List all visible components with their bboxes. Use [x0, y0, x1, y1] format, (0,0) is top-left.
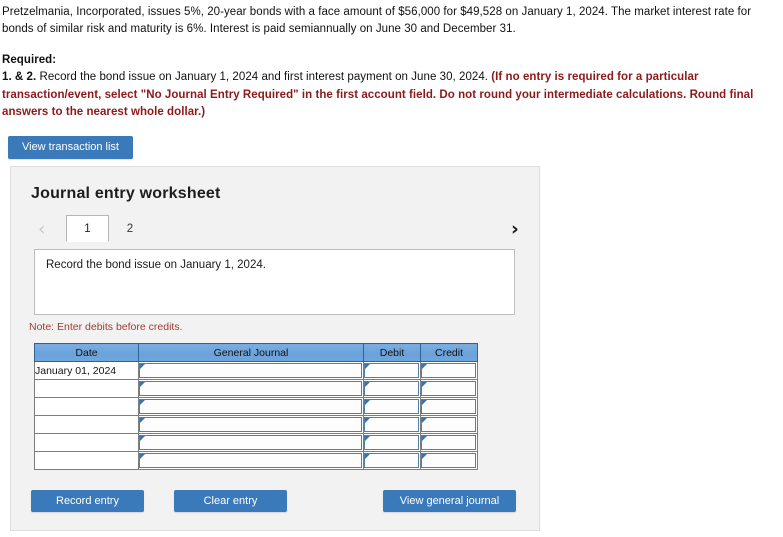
debit-field[interactable] [364, 453, 419, 468]
cell-credit[interactable] [420, 397, 478, 416]
required-label: Required: [2, 52, 777, 69]
cell-debit[interactable] [363, 433, 421, 452]
cell-date[interactable] [34, 379, 139, 398]
chevron-right-icon[interactable]: › [511, 215, 519, 243]
account-field[interactable] [139, 417, 362, 432]
cell-general-journal[interactable] [138, 361, 364, 380]
account-field[interactable] [139, 435, 362, 450]
problem-paragraph: Pretzelmania, Incorporated, issues 5%, 2… [2, 6, 752, 36]
cell-credit[interactable] [420, 361, 478, 380]
account-field[interactable] [139, 399, 362, 414]
problem-statement: Pretzelmania, Incorporated, issues 5%, 2… [0, 0, 783, 122]
cell-date[interactable]: January 01, 2024 [34, 361, 139, 380]
account-field[interactable] [139, 381, 362, 396]
toolbar: View transaction list [0, 122, 783, 159]
cell-date[interactable] [34, 397, 139, 416]
cell-debit[interactable] [363, 451, 421, 470]
cell-date[interactable] [34, 415, 139, 434]
requirement-number: 1. & 2. [2, 71, 37, 84]
credit-field[interactable] [421, 381, 476, 396]
view-transaction-list-button[interactable]: View transaction list [8, 135, 133, 159]
table-row: January 01, 2024 [34, 361, 478, 380]
cell-debit[interactable] [363, 361, 421, 380]
cell-general-journal[interactable] [138, 451, 364, 470]
table-row [34, 451, 478, 470]
journal-entry-table: Date General Journal Debit Credit Januar… [34, 343, 478, 470]
debit-field[interactable] [364, 417, 419, 432]
table-row [34, 397, 478, 416]
cell-date[interactable] [34, 433, 139, 452]
cell-date[interactable] [34, 451, 139, 470]
cell-debit[interactable] [363, 379, 421, 398]
cell-credit[interactable] [420, 415, 478, 434]
requirement-text: Record the bond issue on January 1, 2024… [36, 71, 492, 84]
cell-general-journal[interactable] [138, 397, 364, 416]
cell-general-journal[interactable] [138, 379, 364, 398]
debit-field[interactable] [364, 381, 419, 396]
table-header-row: Date General Journal Debit Credit [34, 343, 478, 362]
cell-debit[interactable] [363, 415, 421, 434]
tab-entry-2[interactable]: 2 [115, 215, 145, 242]
column-header-credit: Credit [420, 343, 478, 362]
table-row [34, 415, 478, 434]
table-row [34, 379, 478, 398]
record-entry-button[interactable]: Record entry [31, 490, 144, 512]
credit-field[interactable] [421, 435, 476, 450]
cell-debit[interactable] [363, 397, 421, 416]
debits-before-credits-note: Note: Enter debits before credits. [29, 321, 183, 333]
tab-entry-1[interactable]: 1 [66, 215, 109, 242]
debit-field[interactable] [364, 363, 419, 378]
debit-field[interactable] [364, 399, 419, 414]
column-header-date: Date [34, 343, 139, 362]
table-row [34, 433, 478, 452]
clear-entry-button[interactable]: Clear entry [174, 490, 287, 512]
worksheet-tabstrip: ‹ 1 2 › [11, 215, 539, 245]
cell-credit[interactable] [420, 379, 478, 398]
account-field[interactable] [139, 363, 362, 378]
account-field[interactable] [139, 453, 362, 468]
view-general-journal-button[interactable]: View general journal [383, 490, 516, 512]
entry-description-box: Record the bond issue on January 1, 2024… [34, 249, 515, 315]
cell-credit[interactable] [420, 433, 478, 452]
column-header-debit: Debit [363, 343, 421, 362]
cell-general-journal[interactable] [138, 433, 364, 452]
cell-general-journal[interactable] [138, 415, 364, 434]
requirement-line: 1. & 2. Record the bond issue on January… [2, 69, 777, 121]
cell-credit[interactable] [420, 451, 478, 470]
credit-field[interactable] [421, 399, 476, 414]
page-title: Journal entry worksheet [31, 185, 221, 202]
debit-field[interactable] [364, 435, 419, 450]
journal-entry-worksheet-panel: Journal entry worksheet ‹ 1 2 › Record t… [10, 166, 540, 531]
column-header-general-journal: General Journal [138, 343, 364, 362]
worksheet-actions: Record entry Clear entry View general jo… [11, 490, 539, 520]
credit-field[interactable] [421, 417, 476, 432]
required-heading: Required: [2, 53, 57, 66]
credit-field[interactable] [421, 453, 476, 468]
chevron-left-icon[interactable]: ‹ [38, 215, 46, 243]
credit-field[interactable] [421, 363, 476, 378]
